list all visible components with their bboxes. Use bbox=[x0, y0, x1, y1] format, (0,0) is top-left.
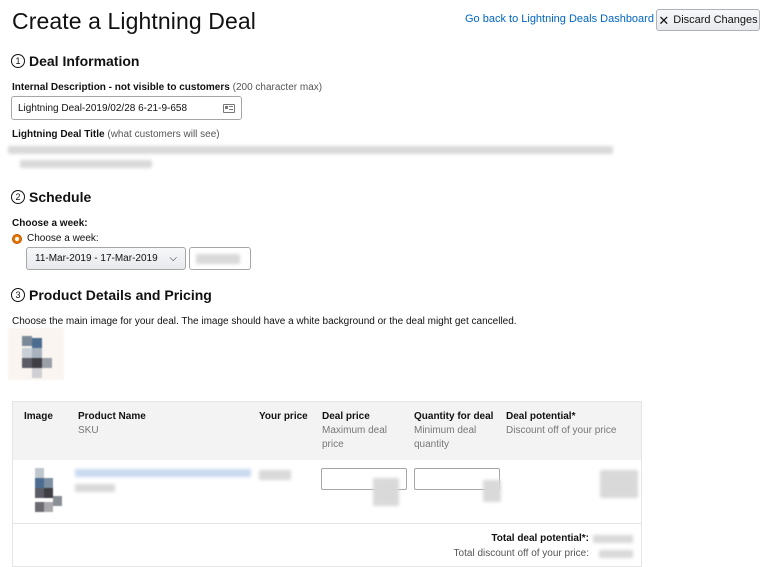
col-your-price: Your price bbox=[259, 410, 308, 424]
col-product-title: Product Name bbox=[78, 411, 146, 422]
row-product-image bbox=[31, 466, 71, 516]
col-deal-potential-sub: Discount off of your price bbox=[506, 425, 617, 436]
discard-label: Discard Changes bbox=[673, 14, 758, 26]
col-quantity-title: Quantity for deal bbox=[414, 411, 494, 422]
internal-desc-value: Lightning Deal-2019/02/28 6-21-9-658 bbox=[18, 102, 188, 114]
dashboard-link[interactable]: Go back to Lightning Deals Dashboard bbox=[465, 13, 654, 25]
week-radio[interactable] bbox=[12, 233, 22, 244]
product-heading: 3 Product Details and Pricing bbox=[11, 287, 212, 303]
col-deal-potential-title: Deal potential* bbox=[506, 411, 576, 422]
deal-info-heading: 1 Deal Information bbox=[11, 53, 139, 69]
image-instructions: Choose the main image for your deal. The… bbox=[12, 316, 517, 327]
week-select-value: 11-Mar-2019 - 17-Mar-2019 bbox=[35, 253, 158, 264]
deal-title-redacted bbox=[8, 146, 613, 154]
deal-title-label: Lightning Deal Title (what customers wil… bbox=[12, 129, 220, 140]
internal-desc-label: Internal Description - not visible to cu… bbox=[12, 82, 322, 93]
col-image-title: Image bbox=[24, 411, 53, 422]
close-icon: ✕ bbox=[658, 12, 670, 28]
step-number: 3 bbox=[11, 288, 25, 302]
week-radio-option[interactable]: Choose a week: bbox=[12, 233, 99, 244]
time-redacted bbox=[196, 253, 240, 264]
row-your-price-redacted bbox=[259, 470, 291, 480]
discard-changes-button[interactable]: ✕ Discard Changes bbox=[656, 9, 760, 31]
contact-card-icon bbox=[223, 103, 235, 113]
col-your-price-title: Your price bbox=[259, 411, 308, 422]
total-discount-redacted bbox=[599, 550, 633, 558]
deal-title-label-text: Lightning Deal Title bbox=[12, 129, 105, 140]
chevron-down-icon: ⌵ bbox=[169, 253, 177, 264]
product-title: Product Details and Pricing bbox=[29, 287, 212, 303]
page-title: Create a Lightning Deal bbox=[12, 8, 256, 34]
deal-products-table: Image Product Name SKU Your price Deal p… bbox=[12, 401, 642, 567]
quantity-min-redacted bbox=[483, 480, 501, 502]
row-sku-redacted bbox=[75, 484, 115, 492]
week-select[interactable]: 11-Mar-2019 - 17-Mar-2019 ⌵ bbox=[26, 247, 186, 270]
col-product-sub: SKU bbox=[78, 425, 99, 436]
deal-info-title: Deal Information bbox=[29, 53, 140, 69]
internal-desc-hint: (200 character max) bbox=[232, 82, 323, 93]
total-deal-potential-redacted bbox=[593, 535, 633, 543]
total-discount-label: Total discount off of your price: bbox=[453, 548, 589, 559]
row-product-name-redacted bbox=[75, 469, 251, 477]
deal-title-hint: (what customers will see) bbox=[107, 129, 220, 140]
deal-title-redacted-line2 bbox=[20, 160, 152, 168]
time-select[interactable] bbox=[189, 247, 251, 270]
step-number: 2 bbox=[11, 190, 25, 204]
week-radio-label: Choose a week: bbox=[27, 233, 99, 244]
total-deal-potential-label: Total deal potential*: bbox=[491, 533, 589, 544]
step-number: 1 bbox=[11, 54, 25, 68]
row-deal-potential-redacted bbox=[600, 470, 638, 498]
col-deal-price-title: Deal price bbox=[322, 411, 370, 422]
schedule-title: Schedule bbox=[29, 189, 92, 205]
col-deal-potential: Deal potential* Discount off of your pri… bbox=[506, 410, 616, 438]
col-deal-price-sub: Maximum deal price bbox=[322, 425, 388, 450]
schedule-heading: 2 Schedule bbox=[11, 189, 91, 205]
internal-desc-label-text: Internal Description - not visible to cu… bbox=[12, 82, 230, 93]
col-image: Image bbox=[24, 410, 53, 424]
col-quantity: Quantity for deal Minimum deal quantity bbox=[414, 410, 504, 452]
table-row bbox=[13, 460, 641, 524]
internal-desc-input[interactable]: Lightning Deal-2019/02/28 6-21-9-658 bbox=[11, 96, 242, 120]
deal-price-max-redacted bbox=[373, 478, 399, 506]
table-header: Image Product Name SKU Your price Deal p… bbox=[13, 402, 641, 460]
col-product-name: Product Name SKU bbox=[78, 410, 146, 438]
product-image-option[interactable] bbox=[8, 328, 64, 380]
col-quantity-sub: Minimum deal quantity bbox=[414, 425, 477, 450]
choose-week-label: Choose a week: bbox=[12, 218, 88, 229]
col-deal-price: Deal price Maximum deal price bbox=[322, 410, 404, 452]
